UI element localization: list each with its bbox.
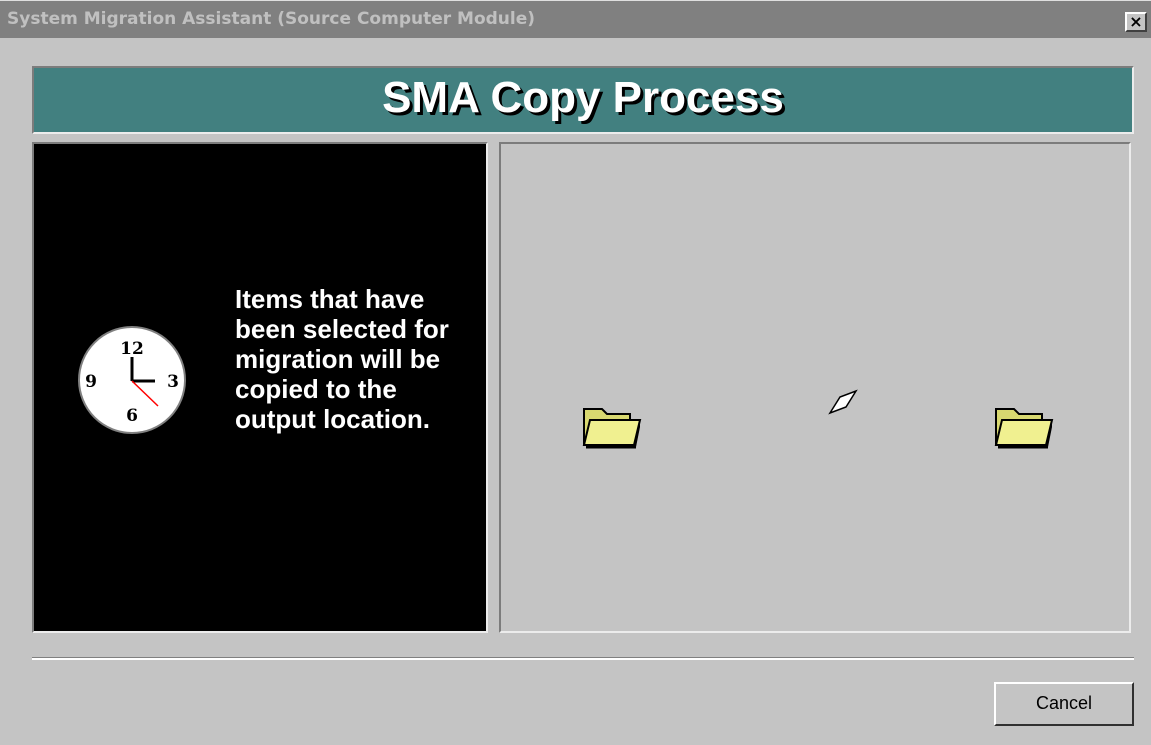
clock-number-6: 6: [126, 406, 138, 426]
page-title: SMA Copy Process: [382, 73, 784, 122]
window-title: System Migration Assistant (Source Compu…: [7, 9, 536, 29]
source-folder-icon: [582, 408, 642, 449]
clock-number-12: 12: [120, 339, 144, 359]
footer-divider: [32, 657, 1134, 660]
clock-number-9: 9: [85, 372, 97, 392]
clock-number-3: 3: [167, 372, 179, 392]
clock-icon: 12 3 6 9: [78, 326, 186, 434]
paper-icon: [828, 389, 858, 415]
status-message: Items that have been selected for migrat…: [235, 284, 449, 434]
header-banner: SMA Copy Process: [32, 66, 1134, 134]
close-icon: ×: [1129, 12, 1143, 31]
destination-folder-icon: [994, 408, 1054, 449]
title-bar: System Migration Assistant (Source Compu…: [0, 0, 1151, 38]
close-button[interactable]: ×: [1125, 12, 1147, 32]
cancel-button[interactable]: Cancel: [994, 682, 1134, 726]
status-panel: 12 3 6 9 Items that have been selected f…: [32, 142, 488, 633]
copy-animation-panel: [499, 142, 1131, 633]
